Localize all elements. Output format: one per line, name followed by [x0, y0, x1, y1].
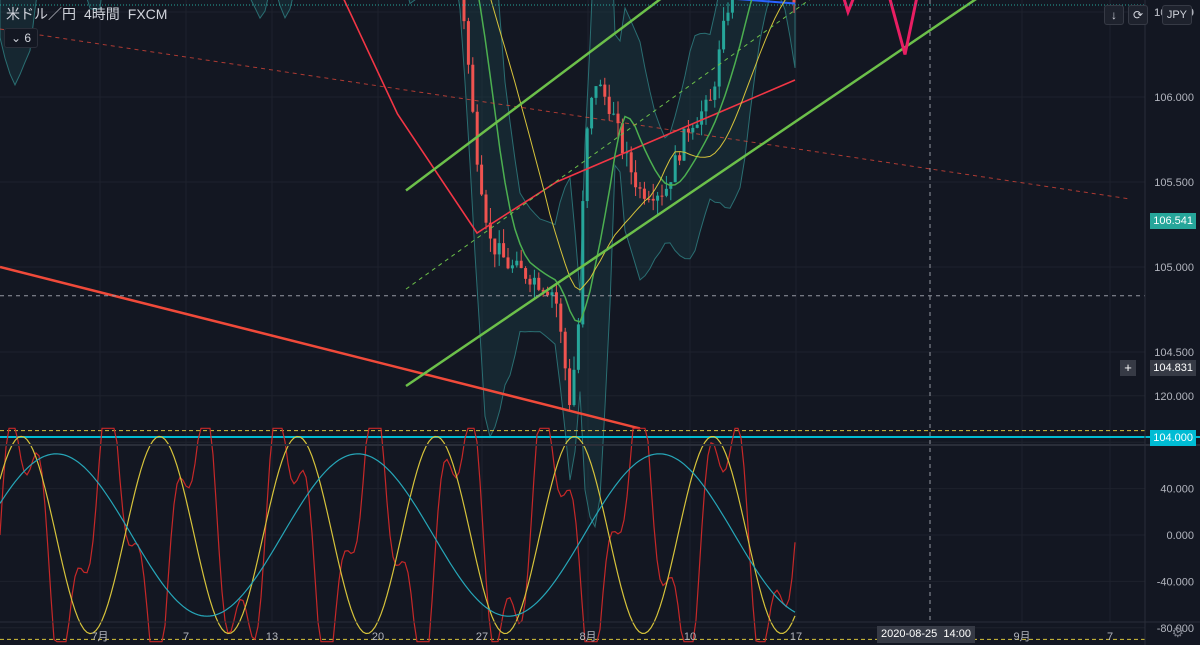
- candle-body: [554, 292, 558, 304]
- candle-body: [568, 368, 572, 406]
- time-tick-label: 20: [372, 631, 384, 643]
- time-tick-label: 7: [183, 631, 189, 643]
- candle-body: [471, 64, 475, 112]
- chevron-down-icon[interactable]: ⌄: [11, 31, 21, 45]
- crosshair-date: 2020-08-25: [881, 628, 938, 640]
- time-tick-label: 7月: [91, 631, 108, 643]
- candle-body: [673, 155, 677, 183]
- candle-body: [581, 201, 585, 325]
- candle-body: [480, 164, 484, 195]
- candle-body: [704, 99, 708, 112]
- chart-canvas[interactable]: 104.500105.000105.500106.000106.500107.0…: [0, 0, 1200, 645]
- price-tick-label: 106.000: [1154, 92, 1194, 104]
- indicator-toggle[interactable]: ⌄ 6: [4, 28, 39, 48]
- candle-body: [506, 257, 510, 269]
- candle-body: [563, 331, 567, 369]
- candle-body: [502, 243, 506, 258]
- candle-body: [585, 128, 589, 202]
- candle-body: [515, 260, 519, 266]
- osc-tick-label: 0.000: [1166, 530, 1194, 542]
- chart-header: 米ドル／円 4時間 FXCM: [6, 4, 175, 24]
- candle-body: [537, 277, 541, 290]
- crosshair-price-label: 104.831: [1150, 360, 1196, 376]
- candle-body: [594, 86, 598, 98]
- candle-body: [691, 127, 695, 133]
- interval-label[interactable]: 4時間: [84, 6, 120, 22]
- symbol-label[interactable]: 米ドル／円: [6, 6, 76, 22]
- time-tick-label: 13: [266, 631, 278, 643]
- time-tick-label: 10: [684, 631, 696, 643]
- candle-body: [638, 187, 642, 189]
- price-tick-label: 105.000: [1154, 262, 1194, 274]
- download-icon[interactable]: ↓: [1104, 5, 1124, 25]
- candle-body: [532, 277, 536, 285]
- osc-tick-label: -40.000: [1157, 576, 1194, 588]
- candle-body: [576, 324, 580, 370]
- candle-body: [598, 84, 602, 87]
- candle-body: [572, 369, 576, 406]
- source-label: FXCM: [127, 6, 168, 22]
- candle-body: [634, 172, 638, 188]
- candle-body: [550, 292, 554, 296]
- candle-body: [700, 111, 704, 125]
- candle-body: [686, 128, 690, 133]
- ma-long: [736, 0, 796, 5]
- candle-body: [713, 86, 717, 100]
- candle-body: [612, 113, 616, 115]
- time-tick-label: 7: [1107, 631, 1113, 643]
- projection-zigzag: [842, 0, 918, 55]
- osc-tick-label: 40.000: [1160, 484, 1194, 496]
- level-price-label: 104.000: [1150, 430, 1196, 446]
- candle-body: [493, 238, 497, 255]
- candle-body: [607, 96, 611, 114]
- candle-body: [546, 291, 550, 296]
- bollinger-bands: [0, 0, 796, 529]
- crosshair-time: 14:00: [943, 628, 971, 640]
- candle-body: [629, 152, 633, 173]
- candle-body: [730, 0, 734, 13]
- time-tick-label: 8月: [579, 631, 596, 643]
- indicator-count: 6: [24, 31, 32, 45]
- refresh-icon[interactable]: ⟳: [1128, 5, 1148, 25]
- candle-body: [664, 188, 668, 196]
- candle-body: [528, 278, 532, 285]
- time-tick-label: 9月: [1013, 631, 1030, 643]
- candle-body: [642, 188, 646, 199]
- descending-channel-mid: [0, 28, 1131, 200]
- current-price-label: 106.541: [1150, 213, 1196, 229]
- currency-button[interactable]: JPY: [1161, 5, 1192, 25]
- time-tick-label: 27: [476, 631, 488, 643]
- candle-body: [678, 155, 682, 161]
- candle-body: [717, 49, 721, 87]
- candle-body: [603, 84, 607, 97]
- candle-body: [695, 124, 699, 128]
- add-alert-icon[interactable]: +: [1120, 360, 1136, 376]
- time-tick-label: 17: [790, 631, 802, 643]
- candle-body: [519, 260, 523, 269]
- candle-body: [660, 195, 664, 197]
- candle-body: [559, 303, 563, 332]
- candle-body: [656, 195, 660, 201]
- candle-body: [524, 268, 528, 279]
- candle-body: [651, 198, 655, 201]
- candle-body: [484, 194, 488, 223]
- candle-body: [462, 0, 466, 22]
- candle-body: [722, 20, 726, 50]
- price-tick-label: 104.500: [1154, 347, 1194, 359]
- price-tick-label: 105.500: [1154, 177, 1194, 189]
- crosshair-time-label: 2020-08-25 14:00: [877, 626, 975, 643]
- candle-body: [510, 265, 514, 269]
- price-tick-label: 1: [1154, 7, 1160, 19]
- candle-body: [708, 99, 712, 101]
- settings-gear-icon[interactable]: ⚙: [1171, 624, 1184, 641]
- candle-body: [497, 243, 501, 255]
- candle-body: [682, 128, 686, 161]
- osc-tick-label: 120.000: [1154, 391, 1194, 403]
- candle-body: [726, 12, 730, 21]
- candle-body: [590, 97, 594, 129]
- candle-body: [466, 21, 470, 65]
- candle-body: [792, 0, 796, 3]
- bollinger-band: [0, 0, 796, 529]
